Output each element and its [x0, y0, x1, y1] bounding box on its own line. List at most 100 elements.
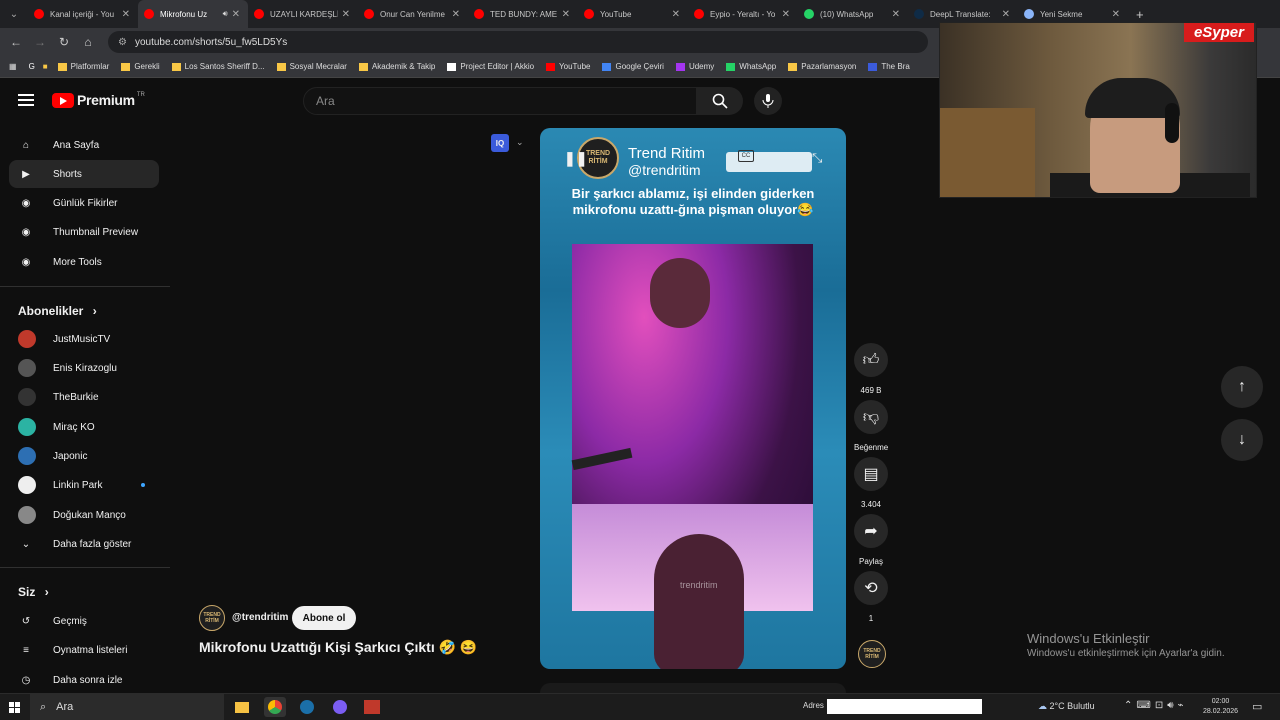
- bookmark-item[interactable]: YouTube: [546, 62, 590, 71]
- tab-search-button[interactable]: ⌄: [0, 0, 28, 28]
- system-tray[interactable]: ⌃⌨⊡🔊︎⌁: [1124, 700, 1188, 711]
- close-tab-icon[interactable]: ✕: [672, 9, 680, 20]
- audio-channel-avatar[interactable]: TREND RİTİM: [858, 640, 886, 668]
- sidebar-item[interactable]: Enis Kirazoglu: [9, 354, 159, 382]
- close-tab-icon[interactable]: ✕: [562, 9, 570, 20]
- share-button[interactable]: ➦: [854, 514, 888, 548]
- steam-icon[interactable]: [296, 697, 318, 717]
- new-tab-button[interactable]: +: [1128, 7, 1152, 22]
- reload-icon[interactable]: ↻: [52, 35, 76, 49]
- windows-start-icon[interactable]: [9, 702, 20, 713]
- chrome-icon[interactable]: [264, 697, 286, 717]
- bookmark-item[interactable]: Udemy: [675, 62, 714, 71]
- system-clock[interactable]: 02:00 28.02.2026: [1203, 697, 1238, 717]
- bookmark-item[interactable]: Pazarlamasyon: [788, 62, 856, 71]
- sidebar-item[interactable]: ⌂ Ana Sayfa: [9, 131, 159, 159]
- file-explorer-icon[interactable]: [231, 697, 253, 717]
- channel-name[interactable]: Trend Ritim: [628, 145, 705, 162]
- discord-icon[interactable]: [329, 697, 351, 717]
- subscribe-button[interactable]: Abone ol: [292, 606, 356, 630]
- bookmark-folder-icon: [447, 62, 457, 71]
- sidebar-item[interactable]: ◉ More Tools: [9, 248, 159, 276]
- video-woman-figure: [650, 258, 710, 328]
- chevron-down-icon[interactable]: ⌄: [516, 137, 524, 148]
- comments-button[interactable]: ▤: [854, 457, 888, 491]
- close-tab-icon[interactable]: ✕: [1002, 9, 1010, 20]
- previous-short-button[interactable]: ↑: [1221, 366, 1263, 408]
- next-short-button[interactable]: ↓: [1221, 419, 1263, 461]
- close-tab-icon[interactable]: ✕: [1112, 9, 1120, 20]
- sidebar-item[interactable]: Miraç KO: [9, 413, 159, 441]
- sidebar-item[interactable]: ↺ Geçmiş: [9, 607, 159, 635]
- channel-handle[interactable]: @trendritim: [628, 162, 701, 178]
- close-tab-icon[interactable]: ✕: [232, 9, 240, 20]
- bookmark-item[interactable]: Akademik & Takip: [358, 62, 435, 71]
- subscriptions-heading[interactable]: Abonelikler ›: [18, 304, 97, 318]
- sidebar-item[interactable]: Japonic: [9, 442, 159, 470]
- menu-icon[interactable]: [18, 94, 34, 107]
- weather-widget[interactable]: ☁ 2°C Bulutlu: [1038, 701, 1095, 712]
- home-icon[interactable]: ⌂: [76, 35, 100, 49]
- bookmark-item[interactable]: WhatsApp: [726, 62, 776, 71]
- channel-handle-below[interactable]: @trendritim: [232, 612, 288, 623]
- close-tab-icon[interactable]: ✕: [782, 9, 790, 20]
- sidebar-item[interactable]: Doğukan Manço: [9, 501, 159, 529]
- sidebar-item[interactable]: ◷ Daha sonra izle: [9, 666, 159, 694]
- you-heading[interactable]: Siz ›: [18, 585, 49, 599]
- close-tab-icon[interactable]: ✕: [122, 9, 130, 20]
- bookmark-item[interactable]: The Bra: [868, 62, 910, 71]
- browser-tab[interactable]: TED BUNDY: AME ✕: [468, 0, 578, 28]
- taskbar-search[interactable]: ⌕ Ara: [30, 694, 224, 720]
- bookmark-item[interactable]: Los Santos Sheriff D...: [171, 62, 265, 71]
- search-input[interactable]: Ara: [303, 87, 697, 115]
- remix-button[interactable]: ⟲: [854, 571, 888, 605]
- close-tab-icon[interactable]: ✕: [892, 9, 900, 20]
- sidebar-item-label: Geçmiş: [53, 615, 87, 627]
- sidebar-item[interactable]: TheBurkie: [9, 383, 159, 411]
- close-tab-icon[interactable]: ✕: [452, 9, 460, 20]
- like-button[interactable]: 👍︎: [854, 343, 888, 377]
- bookmark-item[interactable]: Google Çeviri: [602, 62, 664, 71]
- sidebar-item[interactable]: ⌄ Daha fazla göster: [9, 530, 159, 558]
- google-icon[interactable]: G: [29, 62, 35, 71]
- browser-tab[interactable]: Eypio - Yeraltı - Yo ✕: [688, 0, 798, 28]
- bookmark-item[interactable]: Project Editor | Akkio: [447, 62, 534, 71]
- vidiq-badge[interactable]: IQ: [491, 134, 509, 152]
- sidebar-item[interactable]: JustMusicTV: [9, 325, 159, 353]
- browser-tab[interactable]: Kanal içeriği - You ✕: [28, 0, 138, 28]
- sidebar-item[interactable]: ◉ Günlük Fikirler: [9, 189, 159, 217]
- apps-icon[interactable]: ▦: [9, 62, 17, 71]
- address-bar[interactable]: ⚙ youtube.com/shorts/5u_fw5LD5Ys: [108, 31, 928, 53]
- notification-icon[interactable]: ▭: [1252, 700, 1262, 713]
- shorts-video-player[interactable]: TREND RİTİM ❚❚ Trend Ritim @trendritim C…: [540, 128, 846, 669]
- search-button[interactable]: [697, 87, 743, 115]
- browser-tab[interactable]: UZAYLI KARDEŞLİ ✕: [248, 0, 358, 28]
- sidebar-item[interactable]: ▶ Shorts: [9, 160, 159, 188]
- browser-tab[interactable]: Mikrofonu Uz 🔊︎ ✕: [138, 0, 248, 28]
- captions-icon[interactable]: CC: [738, 150, 754, 162]
- youtube-premium-logo[interactable]: Premium TR: [52, 92, 145, 108]
- back-icon[interactable]: ←: [4, 35, 28, 49]
- sidebar-item[interactable]: ◉ Thumbnail Preview: [9, 218, 159, 246]
- bookmark-item[interactable]: Sosyal Mecralar: [276, 62, 347, 71]
- browser-tab[interactable]: (10) WhatsApp ✕: [798, 0, 908, 28]
- sidebar-item[interactable]: ≡ Oynatma listeleri: [9, 636, 159, 664]
- close-tab-icon[interactable]: ✕: [342, 9, 350, 20]
- browser-tab[interactable]: Onur Can Yenilme ✕: [358, 0, 468, 28]
- fullscreen-icon[interactable]: ⤡: [812, 150, 822, 166]
- sidebar-item[interactable]: Linkin Park: [9, 471, 159, 499]
- address-toolbar-input[interactable]: [827, 699, 982, 714]
- site-info-icon[interactable]: ⚙: [118, 37, 127, 48]
- pause-icon[interactable]: ❚❚: [564, 150, 587, 167]
- voicemeeter-icon[interactable]: [361, 697, 383, 717]
- dislike-button[interactable]: 👎︎: [854, 400, 888, 434]
- browser-tab[interactable]: YouTube ✕: [578, 0, 688, 28]
- forward-icon[interactable]: →: [28, 35, 52, 49]
- voice-search-button[interactable]: [754, 87, 782, 115]
- next-short-preview[interactable]: [540, 683, 846, 693]
- bookmark-item[interactable]: Gerekli: [121, 62, 160, 71]
- bookmark-icon[interactable]: ■: [43, 62, 48, 71]
- channel-avatar[interactable]: TREND RİTİM: [199, 605, 225, 631]
- speaker-icon[interactable]: 🔊︎: [223, 9, 228, 19]
- bookmark-item[interactable]: Platformlar: [57, 62, 109, 71]
